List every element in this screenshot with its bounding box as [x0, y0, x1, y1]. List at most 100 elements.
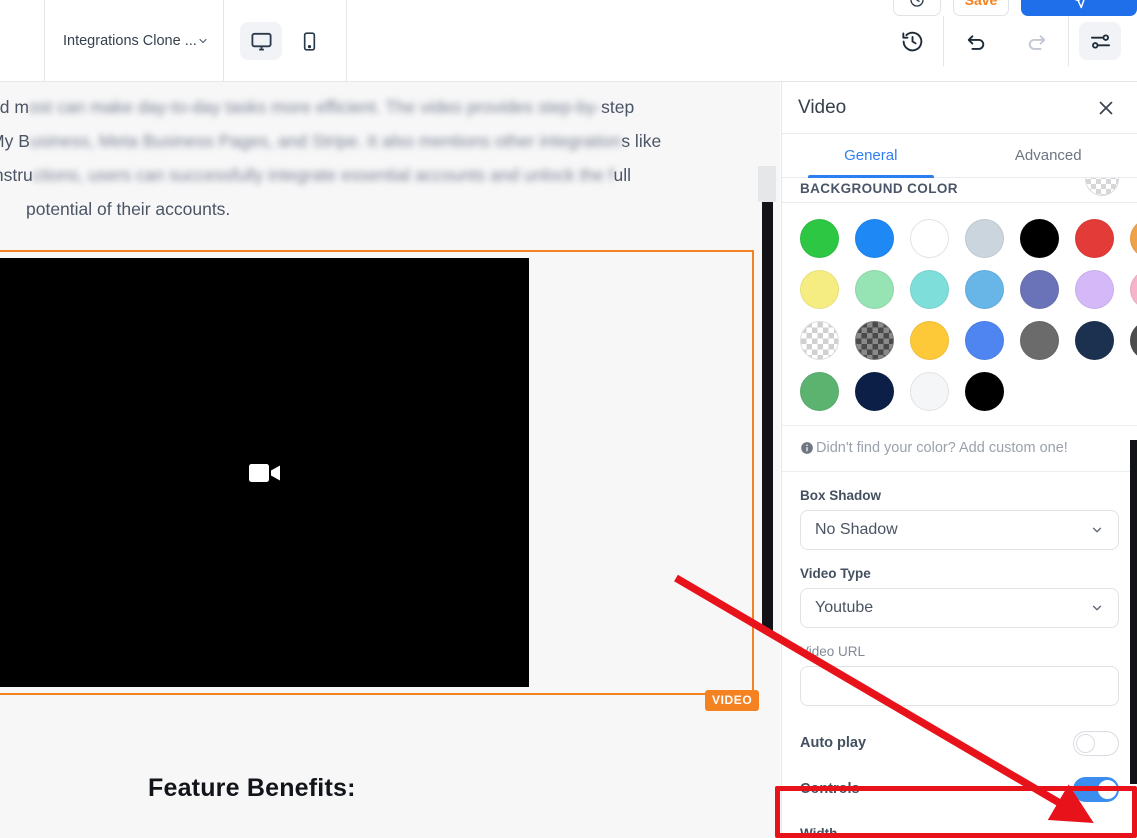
controls-row: Controls — [782, 766, 1137, 812]
canvas-scrollbar-track — [758, 166, 776, 202]
feature-benefits-heading[interactable]: Feature Benefits: — [148, 774, 356, 803]
panel-title: Video — [798, 96, 847, 118]
swatch-dark-transparent[interactable] — [855, 321, 894, 360]
video-url-field: Video URL — [782, 644, 1137, 706]
swatch-mint-green[interactable] — [855, 270, 894, 309]
publish-button[interactable] — [1021, 0, 1137, 16]
swatch-off-white[interactable] — [910, 372, 949, 411]
settings-button[interactable] — [1079, 22, 1121, 60]
swatch-dark-gray[interactable] — [1130, 321, 1137, 360]
width-label: Width — [800, 826, 838, 838]
auto-play-row: Auto play — [782, 720, 1137, 766]
paragraph-text-blurred: ost can make day-to-day tasks more effic… — [28, 97, 602, 117]
tab-general[interactable]: General — [782, 134, 960, 178]
width-field: Width — [782, 826, 1137, 838]
panel-scroll-area[interactable]: BACKGROUND COLOR Didn't find your color?… — [782, 178, 1137, 838]
swatch-navy[interactable] — [1075, 321, 1114, 360]
swatch-transparent[interactable] — [800, 321, 839, 360]
sliders-icon — [1090, 33, 1110, 49]
paragraph-line-1: nd most can make day-to-day tasks more e… — [0, 90, 760, 124]
paragraph-line-3: instructions, users can successfully int… — [0, 158, 760, 192]
background-color-section-header: BACKGROUND COLOR — [782, 178, 1137, 202]
tab-advanced[interactable]: Advanced — [960, 134, 1137, 177]
video-url-input[interactable] — [800, 666, 1119, 706]
desktop-view-button[interactable] — [240, 22, 282, 60]
swatch-medium-green[interactable] — [800, 372, 839, 411]
tab-general-label: General — [844, 147, 898, 164]
video-placeholder[interactable] — [0, 258, 529, 687]
auto-play-toggle[interactable] — [1073, 730, 1119, 756]
video-settings-panel: Video General Advanced BACKGROUND COLOR — [781, 82, 1137, 838]
mobile-view-button[interactable] — [288, 22, 330, 60]
save-button-label: Save — [964, 0, 998, 8]
page-selector[interactable]: Integrations Clone ... — [44, 0, 224, 82]
video-url-label: Video URL — [800, 644, 866, 659]
tool-divider — [1068, 16, 1069, 66]
save-button[interactable]: Save — [953, 0, 1009, 16]
page-selector-value: Integrations Clone ... — [63, 33, 197, 49]
swatch-lavender[interactable] — [1075, 270, 1114, 309]
paragraph-text-blurred: ctions, users can successfully integrate… — [32, 165, 614, 185]
swatch-light-yellow[interactable] — [800, 270, 839, 309]
swatch-orange[interactable] — [1130, 219, 1137, 258]
paragraph-line-2: My Business, Meta Business Pages, and St… — [0, 124, 760, 158]
swatch-turquoise[interactable] — [910, 270, 949, 309]
swatch-royal-blue[interactable] — [965, 321, 1004, 360]
video-type-value: Youtube — [815, 599, 874, 616]
toggle-knob — [1076, 733, 1095, 753]
chevron-down-icon — [199, 38, 207, 44]
chevron-down-icon — [1092, 527, 1102, 533]
paragraph-text: instru — [0, 165, 33, 185]
swatch-yellow[interactable] — [910, 321, 949, 360]
video-type-label: Video Type — [800, 566, 871, 581]
swatch-green[interactable] — [800, 219, 839, 258]
box-shadow-field: Box Shadow No Shadow — [782, 488, 1137, 550]
paragraph-block[interactable]: nd most can make day-to-day tasks more e… — [0, 90, 760, 226]
mobile-icon — [303, 31, 315, 51]
custom-color-note-label: Didn't find your color? Add custom one! — [816, 440, 1068, 456]
paragraph-text: step — [601, 97, 635, 117]
color-swatch-grid — [782, 203, 1137, 425]
video-block-badge: VIDEO — [705, 690, 760, 711]
chevron-down-icon — [1092, 605, 1102, 611]
history-icon — [910, 0, 924, 7]
paragraph-text-blurred: usiness, Meta Business Pages, and Stripe… — [29, 131, 622, 151]
controls-label: Controls — [800, 781, 860, 797]
box-shadow-select[interactable]: No Shadow — [800, 510, 1119, 550]
top-toolbar: Save Integrations Clone ... — [0, 0, 1137, 82]
page-canvas[interactable]: nd most can make day-to-day tasks more e… — [0, 82, 780, 838]
info-icon — [801, 442, 813, 454]
swatch-black[interactable] — [1020, 219, 1059, 258]
close-icon[interactable] — [1095, 97, 1117, 119]
auto-play-label: Auto play — [800, 735, 867, 751]
video-camera-icon — [248, 463, 280, 482]
box-shadow-label: Box Shadow — [800, 488, 882, 503]
swatch-light-blue-gray[interactable] — [965, 219, 1004, 258]
swatch-white[interactable] — [910, 219, 949, 258]
controls-toggle[interactable] — [1073, 776, 1119, 802]
history-icon-button[interactable] — [893, 0, 941, 16]
swatch-sky-blue[interactable] — [965, 270, 1004, 309]
video-type-field: Video Type Youtube — [782, 566, 1137, 628]
panel-scrollbar-thumb[interactable] — [1130, 440, 1137, 784]
toggle-knob — [1098, 779, 1117, 799]
desktop-icon — [250, 32, 272, 51]
current-color-swatch[interactable] — [1085, 178, 1119, 196]
swatch-red[interactable] — [1075, 219, 1114, 258]
swatch-pink[interactable] — [1130, 270, 1137, 309]
swatch-blue[interactable] — [855, 219, 894, 258]
paragraph-line-4: potential of their accounts. — [0, 192, 760, 226]
panel-header: Video — [782, 82, 1137, 134]
swatch-pure-black[interactable] — [965, 372, 1004, 411]
swatch-gray[interactable] — [1020, 321, 1059, 360]
custom-color-note[interactable]: Didn't find your color? Add custom one! — [782, 425, 1137, 472]
top-action-buttons-cutoff: Save — [893, 0, 1137, 16]
swatch-slate-purple[interactable] — [1020, 270, 1059, 309]
swatch-dark-navy[interactable] — [855, 372, 894, 411]
video-type-select[interactable]: Youtube — [800, 588, 1119, 628]
paragraph-text: My B — [0, 131, 30, 151]
canvas-scrollbar-thumb[interactable] — [762, 202, 773, 632]
undo-arrow-icon — [967, 34, 984, 50]
page-builder-app: Save Integrations Clone ... d most can m… — [0, 0, 1137, 838]
